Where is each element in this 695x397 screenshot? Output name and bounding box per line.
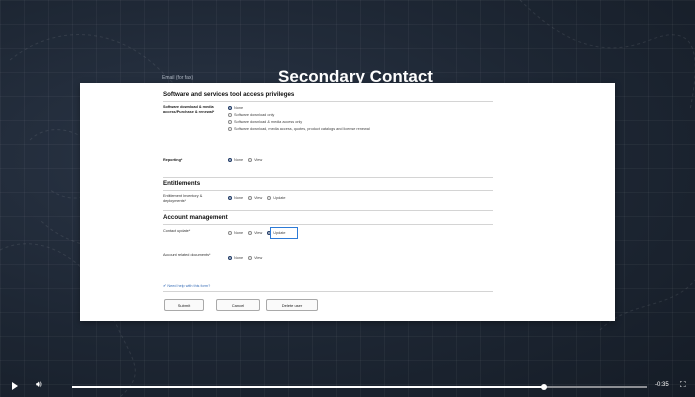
- play-icon[interactable]: [12, 382, 18, 390]
- radio-contact-none[interactable]: None: [228, 231, 243, 235]
- radio-button[interactable]: [248, 231, 253, 235]
- contact-update-label: Contact update*: [163, 229, 191, 233]
- faint-field-label: Email (for fax): [162, 75, 194, 81]
- section-divider: [163, 291, 493, 292]
- radio-reporting-view[interactable]: View: [248, 158, 262, 162]
- volume-icon[interactable]: 🔊︎: [36, 379, 42, 390]
- radio-reporting-none[interactable]: None: [228, 158, 243, 162]
- radio-button[interactable]: [267, 196, 272, 200]
- section-software: Software and services tool access privil…: [163, 91, 295, 98]
- radio-button[interactable]: [228, 196, 232, 200]
- section-divider: [163, 224, 493, 225]
- reporting-label: Reporting*: [163, 158, 183, 162]
- progress-bar[interactable]: [72, 384, 647, 390]
- radio-software-full[interactable]: Software download, media access, quotes,…: [228, 127, 370, 131]
- video-controls: 🔊︎ -0:35 ⛶: [0, 376, 695, 397]
- radio-entitlement-none[interactable]: None: [228, 196, 243, 200]
- radio-button[interactable]: [248, 196, 253, 200]
- focus-highlight: [270, 227, 298, 239]
- cancel-button[interactable]: Cancel: [216, 299, 260, 311]
- radio-button[interactable]: [228, 256, 232, 260]
- radio-button[interactable]: [248, 256, 253, 260]
- section-divider: [163, 190, 493, 191]
- fullscreen-icon[interactable]: ⛶: [680, 380, 686, 390]
- entitlement-inventory-label: Entitlement Inventory & deployments*: [163, 194, 203, 203]
- radio-button[interactable]: [228, 231, 232, 235]
- video-frame: Secondary Contact Email (for fax) Softwa…: [0, 0, 695, 397]
- delete-user-button[interactable]: Delete user: [266, 299, 318, 311]
- section-divider: [163, 101, 493, 102]
- radio-documents-none[interactable]: None: [228, 256, 243, 260]
- section-divider: [163, 210, 493, 211]
- progress-handle[interactable]: [540, 384, 547, 390]
- section-account-management: Account management: [163, 214, 228, 221]
- radio-button[interactable]: [248, 158, 253, 162]
- time-remaining: -0:35: [655, 382, 669, 388]
- radio-entitlement-view[interactable]: View: [248, 196, 262, 200]
- access-form: Software and services tool access privil…: [80, 83, 615, 321]
- radio-button[interactable]: [228, 120, 232, 124]
- account-documents-label: Account related documents*: [163, 253, 211, 257]
- radio-button[interactable]: [228, 113, 232, 117]
- software-download-label: Software download & media access/Purchas…: [163, 105, 215, 114]
- reporting-options: None View: [228, 158, 267, 162]
- radio-contact-view[interactable]: View: [248, 231, 262, 235]
- radio-software-download-only[interactable]: Software download only: [228, 113, 370, 117]
- section-entitlements: Entitlements: [163, 180, 201, 187]
- help-icon: ✔: [163, 283, 167, 288]
- entitlement-inventory-options: None View Update: [228, 196, 291, 200]
- radio-button[interactable]: [228, 127, 232, 131]
- submit-button[interactable]: Submit: [164, 299, 204, 311]
- account-documents-options: None View: [228, 256, 267, 260]
- radio-software-media[interactable]: Software download & media access only: [228, 120, 370, 124]
- radio-entitlement-update[interactable]: Update: [267, 196, 286, 200]
- help-link[interactable]: ✔ Need help with this form?: [163, 283, 210, 288]
- radio-button[interactable]: [228, 106, 232, 110]
- radio-software-none[interactable]: None: [228, 106, 370, 110]
- radio-button[interactable]: [228, 158, 232, 162]
- section-divider: [163, 177, 493, 178]
- radio-documents-view[interactable]: View: [248, 256, 262, 260]
- software-download-options: None Software download only Software dow…: [228, 106, 370, 134]
- progress-played: [72, 386, 544, 388]
